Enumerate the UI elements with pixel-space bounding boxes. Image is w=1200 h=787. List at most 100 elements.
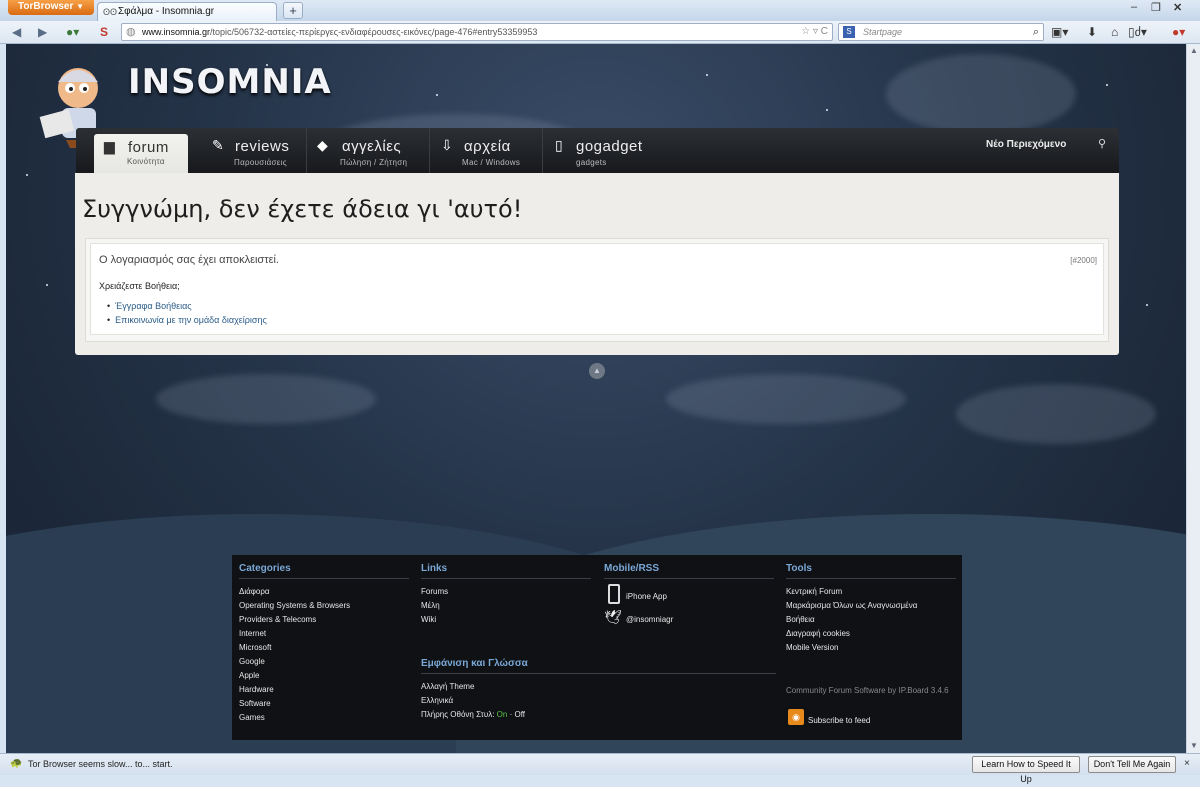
tab-gogadget-sub: gadgets (576, 158, 607, 167)
mobile-version-link[interactable]: Mobile Version (786, 643, 838, 652)
tag-icon: ◆ (317, 137, 328, 153)
star (1106, 84, 1108, 86)
footer-category-link[interactable]: Hardware (239, 685, 274, 694)
back-to-top-button[interactable]: ▲ (589, 363, 605, 379)
bookmark-star-icon[interactable]: ☆ ▿ C (801, 24, 828, 40)
tab-classifieds[interactable]: ◆ αγγελίες Πώληση / Ζήτηση (307, 128, 430, 173)
tor-browser-menu-button[interactable]: TorBrowser ▼ (8, 0, 94, 15)
main-content: Συγγνώμη, δεν έχετε άδεια γι 'αυτό! Ο λο… (75, 173, 1119, 355)
footer-wiki-link[interactable]: Wiki (421, 615, 436, 624)
footer-forums-link[interactable]: Forums (421, 587, 448, 596)
url-path: /topic/506732-αστείες-περίεργες-ενδιαφέρ… (210, 27, 538, 37)
footer-category-link[interactable]: Διάφορα (239, 587, 270, 596)
change-theme-link[interactable]: Αλλαγή Theme (421, 682, 474, 691)
back-icon[interactable]: ◀ (12, 25, 21, 39)
url-domain: www.insomnia.gr (142, 27, 211, 37)
footer-category-link[interactable]: Internet (239, 629, 266, 638)
delete-cookies-link[interactable]: Διαγραφή cookies (786, 629, 850, 638)
tab-title: Σφάλμα - Insomnia.gr (118, 6, 215, 17)
error-panel: Ο λογαριασμός σας έχει αποκλειστεί. [#20… (90, 243, 1104, 335)
iphone-app-link[interactable]: iPhone App (626, 592, 667, 601)
adblock-icon[interactable]: ●▾ (1172, 25, 1185, 39)
mark-all-read-link[interactable]: Μαρκάρισμα Όλων ως Αναγνωσμένα (786, 601, 917, 610)
footer-appearance-title: Εμφάνιση και Γλώσσα (421, 658, 776, 674)
dont-tell-again-button[interactable]: Don't Tell Me Again (1088, 756, 1176, 773)
download-icon[interactable]: ⬇ (1087, 25, 1097, 39)
tor-button-label: TorBrowser (18, 1, 74, 12)
close-notification-icon[interactable]: × (1184, 758, 1190, 769)
vertical-scrollbar[interactable]: ▲ ▼ (1186, 44, 1200, 753)
ipboard-credit[interactable]: Community Forum Software by IP.Board 3.4… (786, 686, 949, 695)
tab-files-label: αρχεία (464, 138, 511, 155)
map-pin-icon[interactable]: ⚲ (1098, 137, 1106, 150)
error-box: Ο λογαριασμός σας έχει αποκλειστεί. [#20… (85, 238, 1109, 342)
language-link[interactable]: Ελληνικά (421, 696, 453, 705)
noscript-icon[interactable]: S (100, 25, 108, 39)
browser-navbar: ◀ ▶ ●▾ S ◍ www.insomnia.gr/topic/506732-… (0, 21, 1200, 44)
footer-category-link[interactable]: Operating Systems & Browsers (239, 601, 350, 610)
restore-icon[interactable]: ❐ (1151, 1, 1161, 14)
tab-gogadget[interactable]: ▯ gogadget gadgets (543, 128, 663, 173)
background-cloud (666, 374, 906, 424)
help-link[interactable]: Βοήθεια (786, 615, 815, 624)
footer-links-title: Links (421, 563, 591, 579)
site-logo-text: INSOMNIA (128, 62, 332, 102)
error-code: [#2000] (1070, 256, 1097, 265)
star (706, 74, 708, 76)
notification-message: Tor Browser seems slow... to... start. (28, 759, 173, 769)
new-content-link[interactable]: Νέο Περιεχόμενο (986, 139, 1066, 150)
tab-files[interactable]: ⇩ αρχεία Mac / Windows (430, 128, 543, 173)
bookmarks-menu-icon[interactable]: ▣▾ (1051, 25, 1068, 39)
scroll-up-icon[interactable]: ▲ (1190, 46, 1198, 55)
rss-icon[interactable]: ◉ (788, 709, 804, 725)
footer-category-link[interactable]: Software (239, 699, 271, 708)
background-cloud (956, 384, 1156, 444)
url-bar[interactable]: ◍ www.insomnia.gr/topic/506732-αστείες-π… (121, 23, 833, 41)
footer-category-link[interactable]: Google (239, 657, 265, 666)
search-placeholder: Startpage (863, 27, 903, 37)
onion-icon[interactable]: ●▾ (66, 25, 79, 39)
twitter-bird-icon: 🕊 (604, 609, 622, 625)
notification-bar: 🐢 Tor Browser seems slow... to... start.… (0, 753, 1200, 784)
tab-gogadget-label: gogadget (576, 138, 643, 155)
toolbar-extension-icon[interactable]: ▯ძ▾ (1128, 25, 1147, 39)
footer-mobile-title: Mobile/RSS (604, 563, 774, 579)
tab-reviews-label: reviews (235, 138, 290, 155)
twitter-link[interactable]: @insomniagr (626, 615, 673, 624)
error-message: Ο λογαριασμός σας έχει αποκλειστεί. (99, 254, 279, 266)
footer-category-link[interactable]: Games (239, 713, 265, 722)
download-tray-icon: ⇩ (441, 137, 453, 153)
favicon-icon: ʘʘ (103, 7, 118, 17)
tab-reviews[interactable]: ✎ reviews Παρουσιάσεις (202, 128, 307, 173)
search-engine-icon[interactable]: S (843, 26, 855, 38)
fullscreen-on-link[interactable]: On (497, 710, 508, 719)
footer-category-link[interactable]: Apple (239, 671, 259, 680)
minimize-icon[interactable]: – (1131, 1, 1137, 13)
tab-forum-sub: Κοινότητα (127, 157, 165, 166)
star (1146, 304, 1148, 306)
help-docs-link[interactable]: Έγγραφα Βοήθειας (107, 299, 267, 313)
contact-staff-link[interactable]: Επικοινωνία με την ομάδα διαχείρισης (107, 313, 267, 327)
subscribe-feed-link[interactable]: Subscribe to feed (808, 716, 870, 725)
home-icon[interactable]: ⌂ (1111, 25, 1118, 39)
tab-classifieds-sub: Πώληση / Ζήτηση (340, 158, 408, 167)
browser-tab[interactable]: ʘʘ Σφάλμα - Insomnia.gr (97, 2, 277, 21)
scroll-down-icon[interactable]: ▼ (1190, 741, 1198, 750)
footer-category-link[interactable]: Microsoft (239, 643, 271, 652)
search-icon[interactable]: ⌕ (1033, 24, 1039, 40)
new-tab-button[interactable]: + (283, 2, 303, 19)
close-window-icon[interactable]: ✕ (1173, 1, 1182, 14)
tab-forum[interactable]: ▆ forum Κοινότητα (94, 134, 188, 173)
footer-members-link[interactable]: Μέλη (421, 601, 440, 610)
tab-reviews-sub: Παρουσιάσεις (234, 158, 287, 167)
site-footer: Categories Διάφορα Operating Systems & B… (232, 555, 962, 740)
footer-category-link[interactable]: Providers & Telecoms (239, 615, 316, 624)
fullscreen-off-link[interactable]: Off (514, 710, 525, 719)
edit-icon: ✎ (212, 137, 224, 153)
tor-turtle-icon: 🐢 (10, 758, 23, 769)
search-input[interactable]: S Startpage ⌕ (838, 23, 1044, 41)
footer-tools-title: Tools (786, 563, 956, 579)
forum-home-link[interactable]: Κεντρική Forum (786, 587, 842, 596)
learn-speed-button[interactable]: Learn How to Speed It Up (972, 756, 1080, 784)
forward-icon[interactable]: ▶ (38, 25, 47, 39)
